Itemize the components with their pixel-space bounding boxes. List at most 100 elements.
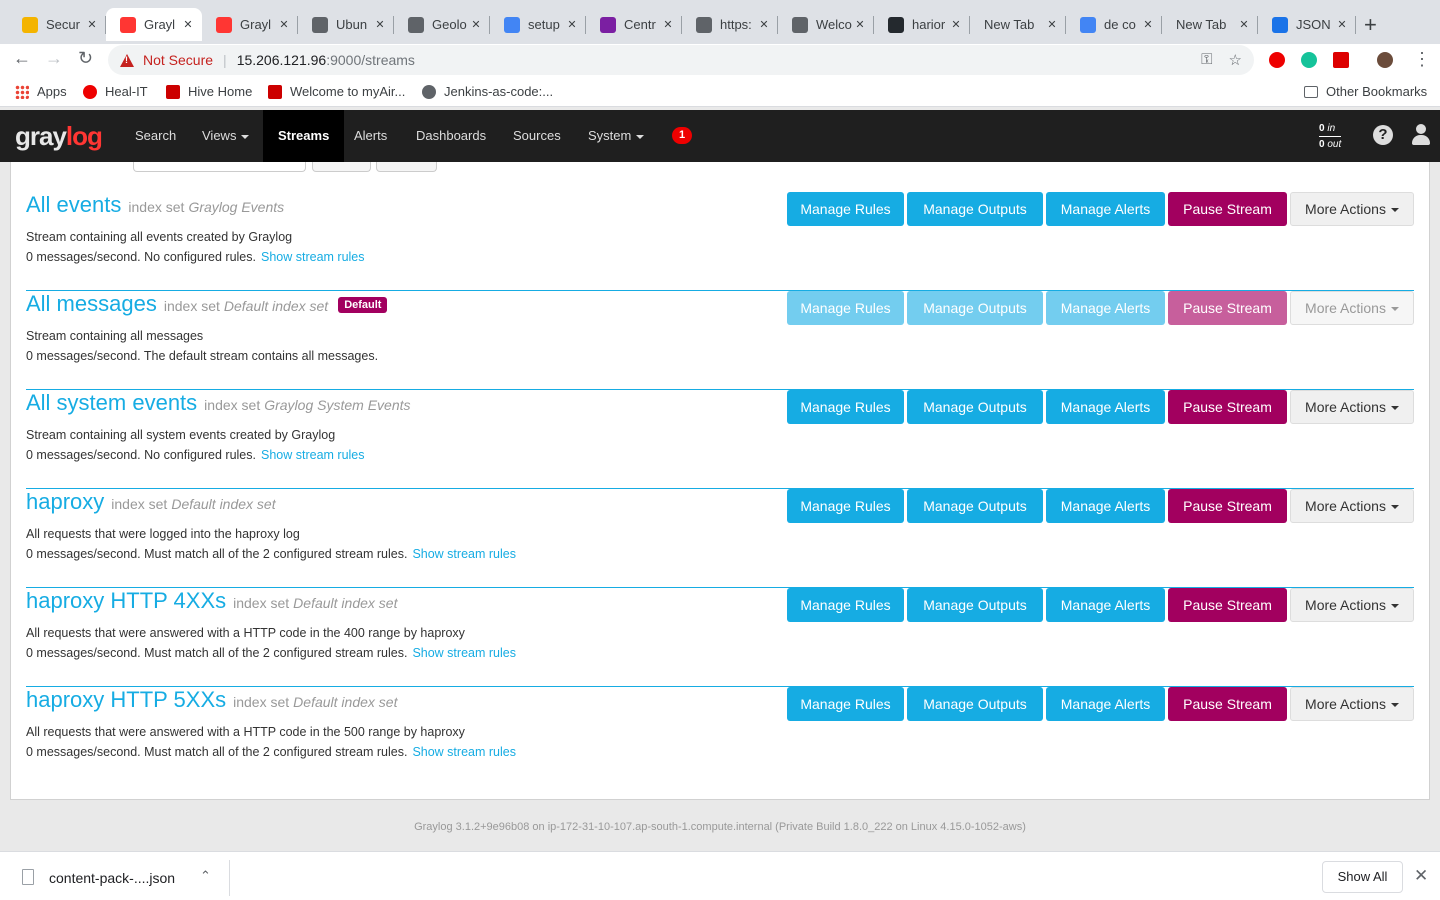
- more-actions-button[interactable]: More Actions: [1290, 588, 1414, 622]
- more-actions-button[interactable]: More Actions: [1290, 390, 1414, 424]
- user-icon[interactable]: [1411, 124, 1431, 146]
- manage-alerts-button[interactable]: Manage Alerts: [1046, 588, 1165, 622]
- stream-filter-input[interactable]: [133, 162, 306, 172]
- tab-close-icon[interactable]: ✕: [84, 18, 100, 31]
- download-filename[interactable]: content-pack-....json: [49, 870, 175, 886]
- manage-alerts-button[interactable]: Manage Alerts: [1046, 489, 1165, 523]
- stream-name-link[interactable]: All messages: [26, 291, 157, 317]
- browser-tab[interactable]: Geolo ✕: [394, 8, 490, 41]
- notification-badge[interactable]: 1: [672, 127, 692, 144]
- pause-stream-button[interactable]: Pause Stream: [1168, 192, 1287, 226]
- bookmark-heal-it[interactable]: Heal-IT: [83, 84, 148, 99]
- nav-dashboards[interactable]: Dashboards: [401, 110, 501, 162]
- nav-system[interactable]: System: [573, 110, 659, 162]
- stream-name-link[interactable]: haproxy HTTP 4XXs: [26, 588, 226, 614]
- show-stream-rules-link[interactable]: Show stream rules: [412, 547, 516, 561]
- more-actions-button[interactable]: More Actions: [1290, 489, 1414, 523]
- show-all-button[interactable]: Show All: [1322, 861, 1403, 893]
- manage-alerts-button[interactable]: Manage Alerts: [1046, 687, 1165, 721]
- tab-close-icon[interactable]: ✕: [948, 18, 964, 31]
- manage-rules-button[interactable]: Manage Rules: [787, 390, 904, 424]
- show-stream-rules-link[interactable]: Show stream rules: [412, 745, 516, 759]
- new-tab-button[interactable]: +: [1364, 12, 1377, 38]
- browser-tab[interactable]: Welco ✕: [778, 8, 874, 41]
- pause-stream-button[interactable]: Pause Stream: [1168, 489, 1287, 523]
- pause-stream-button[interactable]: Pause Stream: [1168, 588, 1287, 622]
- browser-tab[interactable]: Grayl ✕: [202, 8, 298, 41]
- nav-search[interactable]: Search: [120, 110, 191, 162]
- tab-close-icon[interactable]: ✕: [564, 18, 580, 31]
- graylog-logo[interactable]: graylog: [15, 121, 103, 152]
- tab-close-icon[interactable]: ✕: [180, 18, 196, 31]
- tab-close-icon[interactable]: ✕: [1044, 18, 1060, 31]
- forward-icon[interactable]: →: [45, 48, 63, 69]
- manage-rules-button[interactable]: Manage Rules: [787, 192, 904, 226]
- reload-icon[interactable]: ↻: [78, 48, 93, 69]
- show-stream-rules-link[interactable]: Show stream rules: [261, 250, 365, 264]
- show-stream-rules-link[interactable]: Show stream rules: [412, 646, 516, 660]
- manage-rules-button[interactable]: Manage Rules: [787, 489, 904, 523]
- show-stream-rules-link[interactable]: Show stream rules: [261, 448, 365, 462]
- adblock-extension-icon[interactable]: [1269, 52, 1285, 68]
- bookmark-hive-home[interactable]: Hive Home: [166, 84, 252, 99]
- manage-outputs-button[interactable]: Manage Outputs: [907, 489, 1043, 523]
- other-bookmarks[interactable]: Other Bookmarks: [1304, 84, 1427, 99]
- tab-close-icon[interactable]: ✕: [1140, 18, 1156, 31]
- stream-name-link[interactable]: All events: [26, 192, 121, 218]
- browser-tab[interactable]: Grayl ✕: [106, 8, 202, 41]
- manage-outputs-button[interactable]: Manage Outputs: [907, 588, 1043, 622]
- manage-alerts-button[interactable]: Manage Alerts: [1046, 390, 1165, 424]
- manage-outputs-button[interactable]: Manage Outputs: [907, 687, 1043, 721]
- extension-icon[interactable]: [1333, 52, 1349, 68]
- tab-close-icon[interactable]: ✕: [756, 18, 772, 31]
- browser-tab[interactable]: New Tab ✕: [1162, 8, 1258, 41]
- browser-tab[interactable]: de co ✕: [1066, 8, 1162, 41]
- manage-outputs-button[interactable]: Manage Outputs: [907, 390, 1043, 424]
- browser-tab[interactable]: Centr ✕: [586, 8, 682, 41]
- more-actions-button[interactable]: More Actions: [1290, 192, 1414, 226]
- browser-tab[interactable]: Ubun ✕: [298, 8, 394, 41]
- chrome-menu-icon[interactable]: ⋮: [1413, 49, 1431, 70]
- browser-tab[interactable]: JSON ✕: [1258, 8, 1356, 41]
- tab-close-icon[interactable]: ✕: [276, 18, 292, 31]
- manage-outputs-button[interactable]: Manage Outputs: [907, 192, 1043, 226]
- tab-close-icon[interactable]: ✕: [468, 18, 484, 31]
- throughput-indicator[interactable]: 0 in 0 out: [1319, 121, 1342, 152]
- browser-tab[interactable]: setup ✕: [490, 8, 586, 41]
- manage-rules-button[interactable]: Manage Rules: [787, 687, 904, 721]
- key-icon[interactable]: ⚿: [1201, 51, 1212, 69]
- tab-close-icon[interactable]: ✕: [372, 18, 388, 31]
- tab-close-icon[interactable]: ✕: [1236, 18, 1252, 31]
- browser-tab[interactable]: Secur ✕: [8, 8, 106, 41]
- grammarly-extension-icon[interactable]: [1301, 52, 1317, 68]
- nav-views[interactable]: Views: [187, 110, 264, 162]
- stream-name-link[interactable]: haproxy HTTP 5XXs: [26, 687, 226, 713]
- close-icon[interactable]: ✕: [1414, 866, 1428, 886]
- tab-close-icon[interactable]: ✕: [660, 18, 676, 31]
- nav-streams[interactable]: Streams: [263, 110, 345, 162]
- bookmark-apps[interactable]: Apps: [15, 84, 67, 99]
- stream-name-link[interactable]: All system events: [26, 390, 197, 416]
- profile-avatar[interactable]: [1377, 52, 1393, 68]
- filter-button[interactable]: [312, 162, 371, 172]
- star-icon[interactable]: ☆: [1229, 51, 1242, 69]
- pause-stream-button[interactable]: Pause Stream: [1168, 390, 1287, 424]
- browser-tab[interactable]: harior ✕: [874, 8, 970, 41]
- pause-stream-button[interactable]: Pause Stream: [1168, 687, 1287, 721]
- nav-alerts[interactable]: Alerts: [339, 110, 402, 162]
- bookmark-myair[interactable]: Welcome to myAir...: [268, 84, 405, 99]
- not-secure-label[interactable]: Not Secure: [143, 52, 213, 68]
- reset-button[interactable]: [376, 162, 437, 172]
- browser-tab[interactable]: New Tab ✕: [970, 8, 1066, 41]
- bookmark-jenkins[interactable]: Jenkins-as-code:...: [422, 84, 553, 99]
- manage-rules-button[interactable]: Manage Rules: [787, 588, 904, 622]
- nav-sources[interactable]: Sources: [498, 110, 576, 162]
- help-icon[interactable]: ?: [1373, 125, 1393, 145]
- back-icon[interactable]: ←: [13, 48, 31, 69]
- manage-alerts-button[interactable]: Manage Alerts: [1046, 192, 1165, 226]
- stream-name-link[interactable]: haproxy: [26, 489, 104, 515]
- tab-close-icon[interactable]: ✕: [1334, 18, 1350, 31]
- more-actions-button[interactable]: More Actions: [1290, 687, 1414, 721]
- browser-tab[interactable]: https: ✕: [682, 8, 778, 41]
- address-bar[interactable]: Not Secure | 15.206.121.96:9000/streams …: [108, 45, 1254, 75]
